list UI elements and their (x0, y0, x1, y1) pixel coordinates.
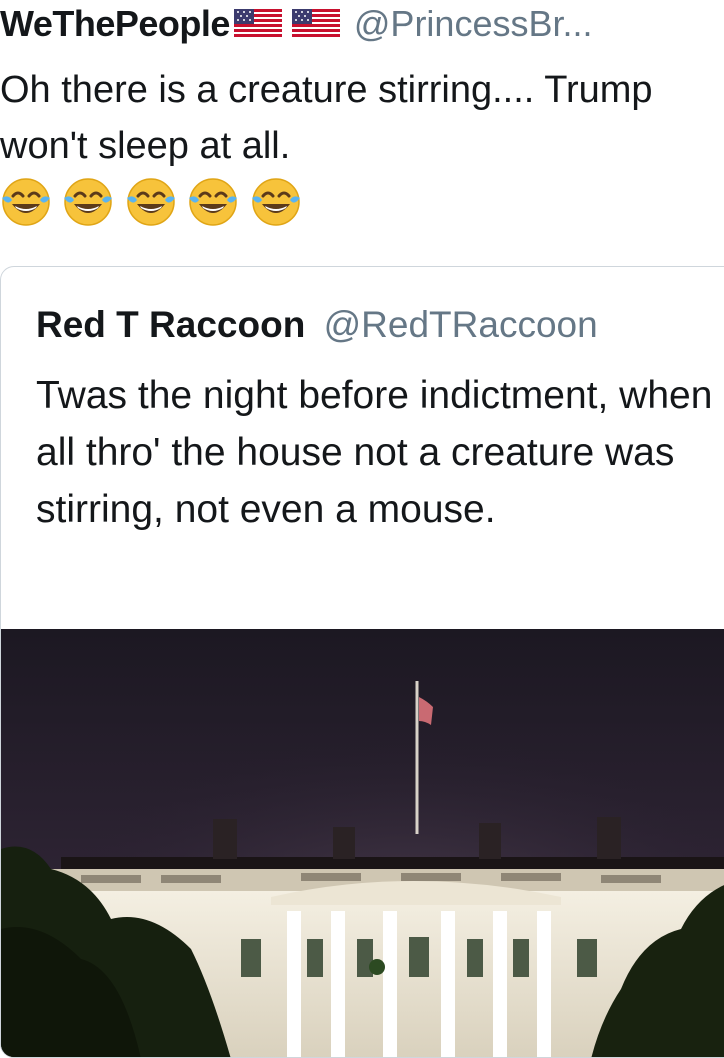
us-flag-icon (233, 9, 282, 39)
tears-of-joy-emoji-icon (251, 178, 300, 226)
white-house-photo[interactable] (1, 629, 724, 1058)
tears-of-joy-emoji-icon (189, 178, 238, 226)
tears-of-joy-emoji-icon (126, 178, 175, 226)
us-flag-icon (291, 9, 340, 39)
quoted-display-name[interactable]: Red T Raccoon (36, 304, 305, 345)
quoted-user-handle[interactable]: @RedTRaccoon (324, 304, 598, 345)
user-handle[interactable]: @PrincessBr... (354, 3, 593, 44)
quoted-tweet-header: Red T Raccoon @RedTRaccoon (36, 301, 598, 349)
tweet-text: Oh there is a creature stirring.... Trum… (0, 69, 653, 167)
quoted-tweet-text: Twas the night before indictment, when a… (36, 374, 713, 531)
quoted-tweet-card[interactable]: Red T Raccoon @RedTRaccoon Twas the nigh… (0, 266, 724, 1058)
emoji-row (0, 176, 308, 240)
display-name[interactable]: WeThePeople (0, 3, 230, 44)
tears-of-joy-emoji-icon (64, 178, 113, 226)
tears-of-joy-emoji-icon (2, 178, 50, 226)
tweet-header: WeThePeople @PrincessBr... (0, 0, 724, 48)
